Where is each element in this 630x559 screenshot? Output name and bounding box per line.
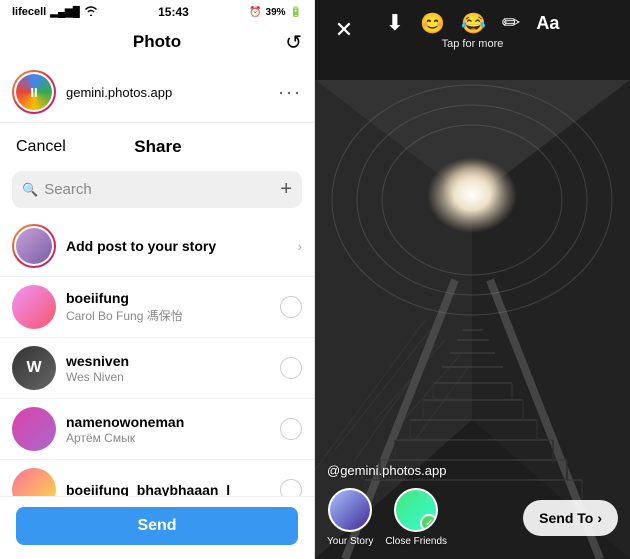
app-header: II gemini.photos.app ··· (0, 62, 314, 123)
story-icons-row: ⬇ 😊 😂 ✏ Aa (386, 10, 560, 36)
add-icon[interactable]: + (280, 178, 292, 201)
user-avatar (12, 407, 56, 451)
user-fullname: Carol Bo Fung 馮保怡 (66, 307, 280, 324)
search-icon: 🔍 (22, 182, 38, 198)
list-item[interactable]: boeiifung Carol Bo Fung 馮保怡 (0, 277, 314, 338)
select-radio[interactable] (280, 418, 302, 440)
chevron-right-icon: › (297, 238, 302, 254)
search-input[interactable]: Search (44, 181, 280, 198)
select-radio[interactable] (280, 296, 302, 318)
story-top-bar: ✕ ⬇ 😊 😂 ✏ Aa Tap for more (315, 0, 630, 56)
send-to-label: Send To (539, 510, 593, 526)
carrier: lifecell (12, 6, 46, 18)
status-right: ⏰ 39% 🔋 (249, 7, 302, 18)
more-options-icon[interactable]: ··· (278, 82, 302, 103)
close-friends-avatar: ✓ (394, 488, 438, 532)
story-bottom: @gemini.photos.app Your Story ✓ Close F (315, 455, 630, 559)
signal-icon: ▂▄▆█ (50, 7, 80, 18)
story-action-buttons: Your Story ✓ Close Friends (327, 488, 447, 547)
user-avatar: W (12, 346, 56, 390)
share-title: Share (134, 137, 181, 157)
app-avatar-wrapper: II (12, 70, 56, 114)
your-story-avatar (328, 488, 372, 532)
story-text-wrap: Add post to your story (66, 238, 297, 254)
select-radio[interactable] (280, 357, 302, 379)
battery: 39% (266, 7, 286, 18)
edit-icon[interactable]: ✏ (502, 10, 520, 36)
user-fullname: Артём Смык (66, 431, 280, 445)
username: boeiifung (66, 290, 280, 306)
status-time: 15:43 (158, 5, 189, 19)
send-btn-row: Send (0, 496, 314, 559)
status-bar: lifecell ▂▄▆█ 15:43 ⏰ 39% 🔋 (0, 0, 314, 22)
user-text-wrap: boeiifung Carol Bo Fung 馮保怡 (66, 290, 280, 324)
your-story-action[interactable]: Your Story (327, 488, 373, 547)
cancel-button[interactable]: Cancel (16, 138, 66, 156)
your-story-label: Your Story (327, 536, 373, 547)
user-fullname: Wes Niven (66, 370, 280, 384)
nav-bar: Photo ↺ (0, 22, 314, 62)
username: namenowoneman (66, 414, 280, 430)
add-to-story-item[interactable]: Add post to your story › (0, 216, 314, 277)
app-name: gemini.photos.app (66, 85, 278, 100)
share-header: Cancel Share (0, 123, 314, 167)
battery-icon: 🔋 (290, 7, 302, 18)
tap-for-more-label: Tap for more (442, 38, 504, 50)
nav-title: Photo (133, 32, 181, 52)
story-username: @gemini.photos.app (327, 463, 618, 478)
close-friends-label: Close Friends (385, 536, 447, 547)
close-friends-badge: ✓ (420, 514, 438, 532)
list-item[interactable]: W wesniven Wes Niven (0, 338, 314, 399)
left-panel: lifecell ▂▄▆█ 15:43 ⏰ 39% 🔋 Photo ↺ II (0, 0, 315, 559)
emoji-icon[interactable]: 😂 (461, 11, 486, 36)
chevron-right-icon: › (597, 510, 602, 526)
app-avatar: II (14, 72, 54, 112)
close-button[interactable]: ✕ (329, 17, 359, 43)
user-avatar (12, 285, 56, 329)
user-text-wrap: namenowoneman Артём Смык (66, 414, 280, 445)
tap-for-more: ⬇ 😊 😂 ✏ Aa Tap for more (386, 10, 560, 50)
download-icon[interactable]: ⬇ (386, 10, 404, 36)
send-button[interactable]: Send (16, 507, 298, 545)
wifi-icon (84, 6, 98, 19)
send-to-button[interactable]: Send To › (523, 500, 618, 536)
nav-back-button[interactable]: ↺ (285, 30, 302, 55)
list-item[interactable]: namenowoneman Артём Смык (0, 399, 314, 460)
username: wesniven (66, 353, 280, 369)
alarm-icon: ⏰ (249, 7, 261, 18)
story-avatar-inner (14, 226, 54, 266)
sticker-icon[interactable]: 😊 (420, 11, 445, 36)
right-panel: ✕ ⬇ 😊 😂 ✏ Aa Tap for more @gemini.photos… (315, 0, 630, 559)
story-item-name: Add post to your story (66, 238, 297, 254)
story-actions: Your Story ✓ Close Friends Send To › (327, 488, 618, 547)
close-friends-action[interactable]: ✓ Close Friends (385, 488, 447, 547)
status-left: lifecell ▂▄▆█ (12, 6, 98, 19)
search-bar[interactable]: 🔍 Search + (12, 171, 302, 208)
user-text-wrap: wesniven Wes Niven (66, 353, 280, 384)
story-avatar-wrapper (12, 224, 56, 268)
gemini-icon: II (16, 74, 52, 110)
text-icon[interactable]: Aa (536, 13, 559, 34)
